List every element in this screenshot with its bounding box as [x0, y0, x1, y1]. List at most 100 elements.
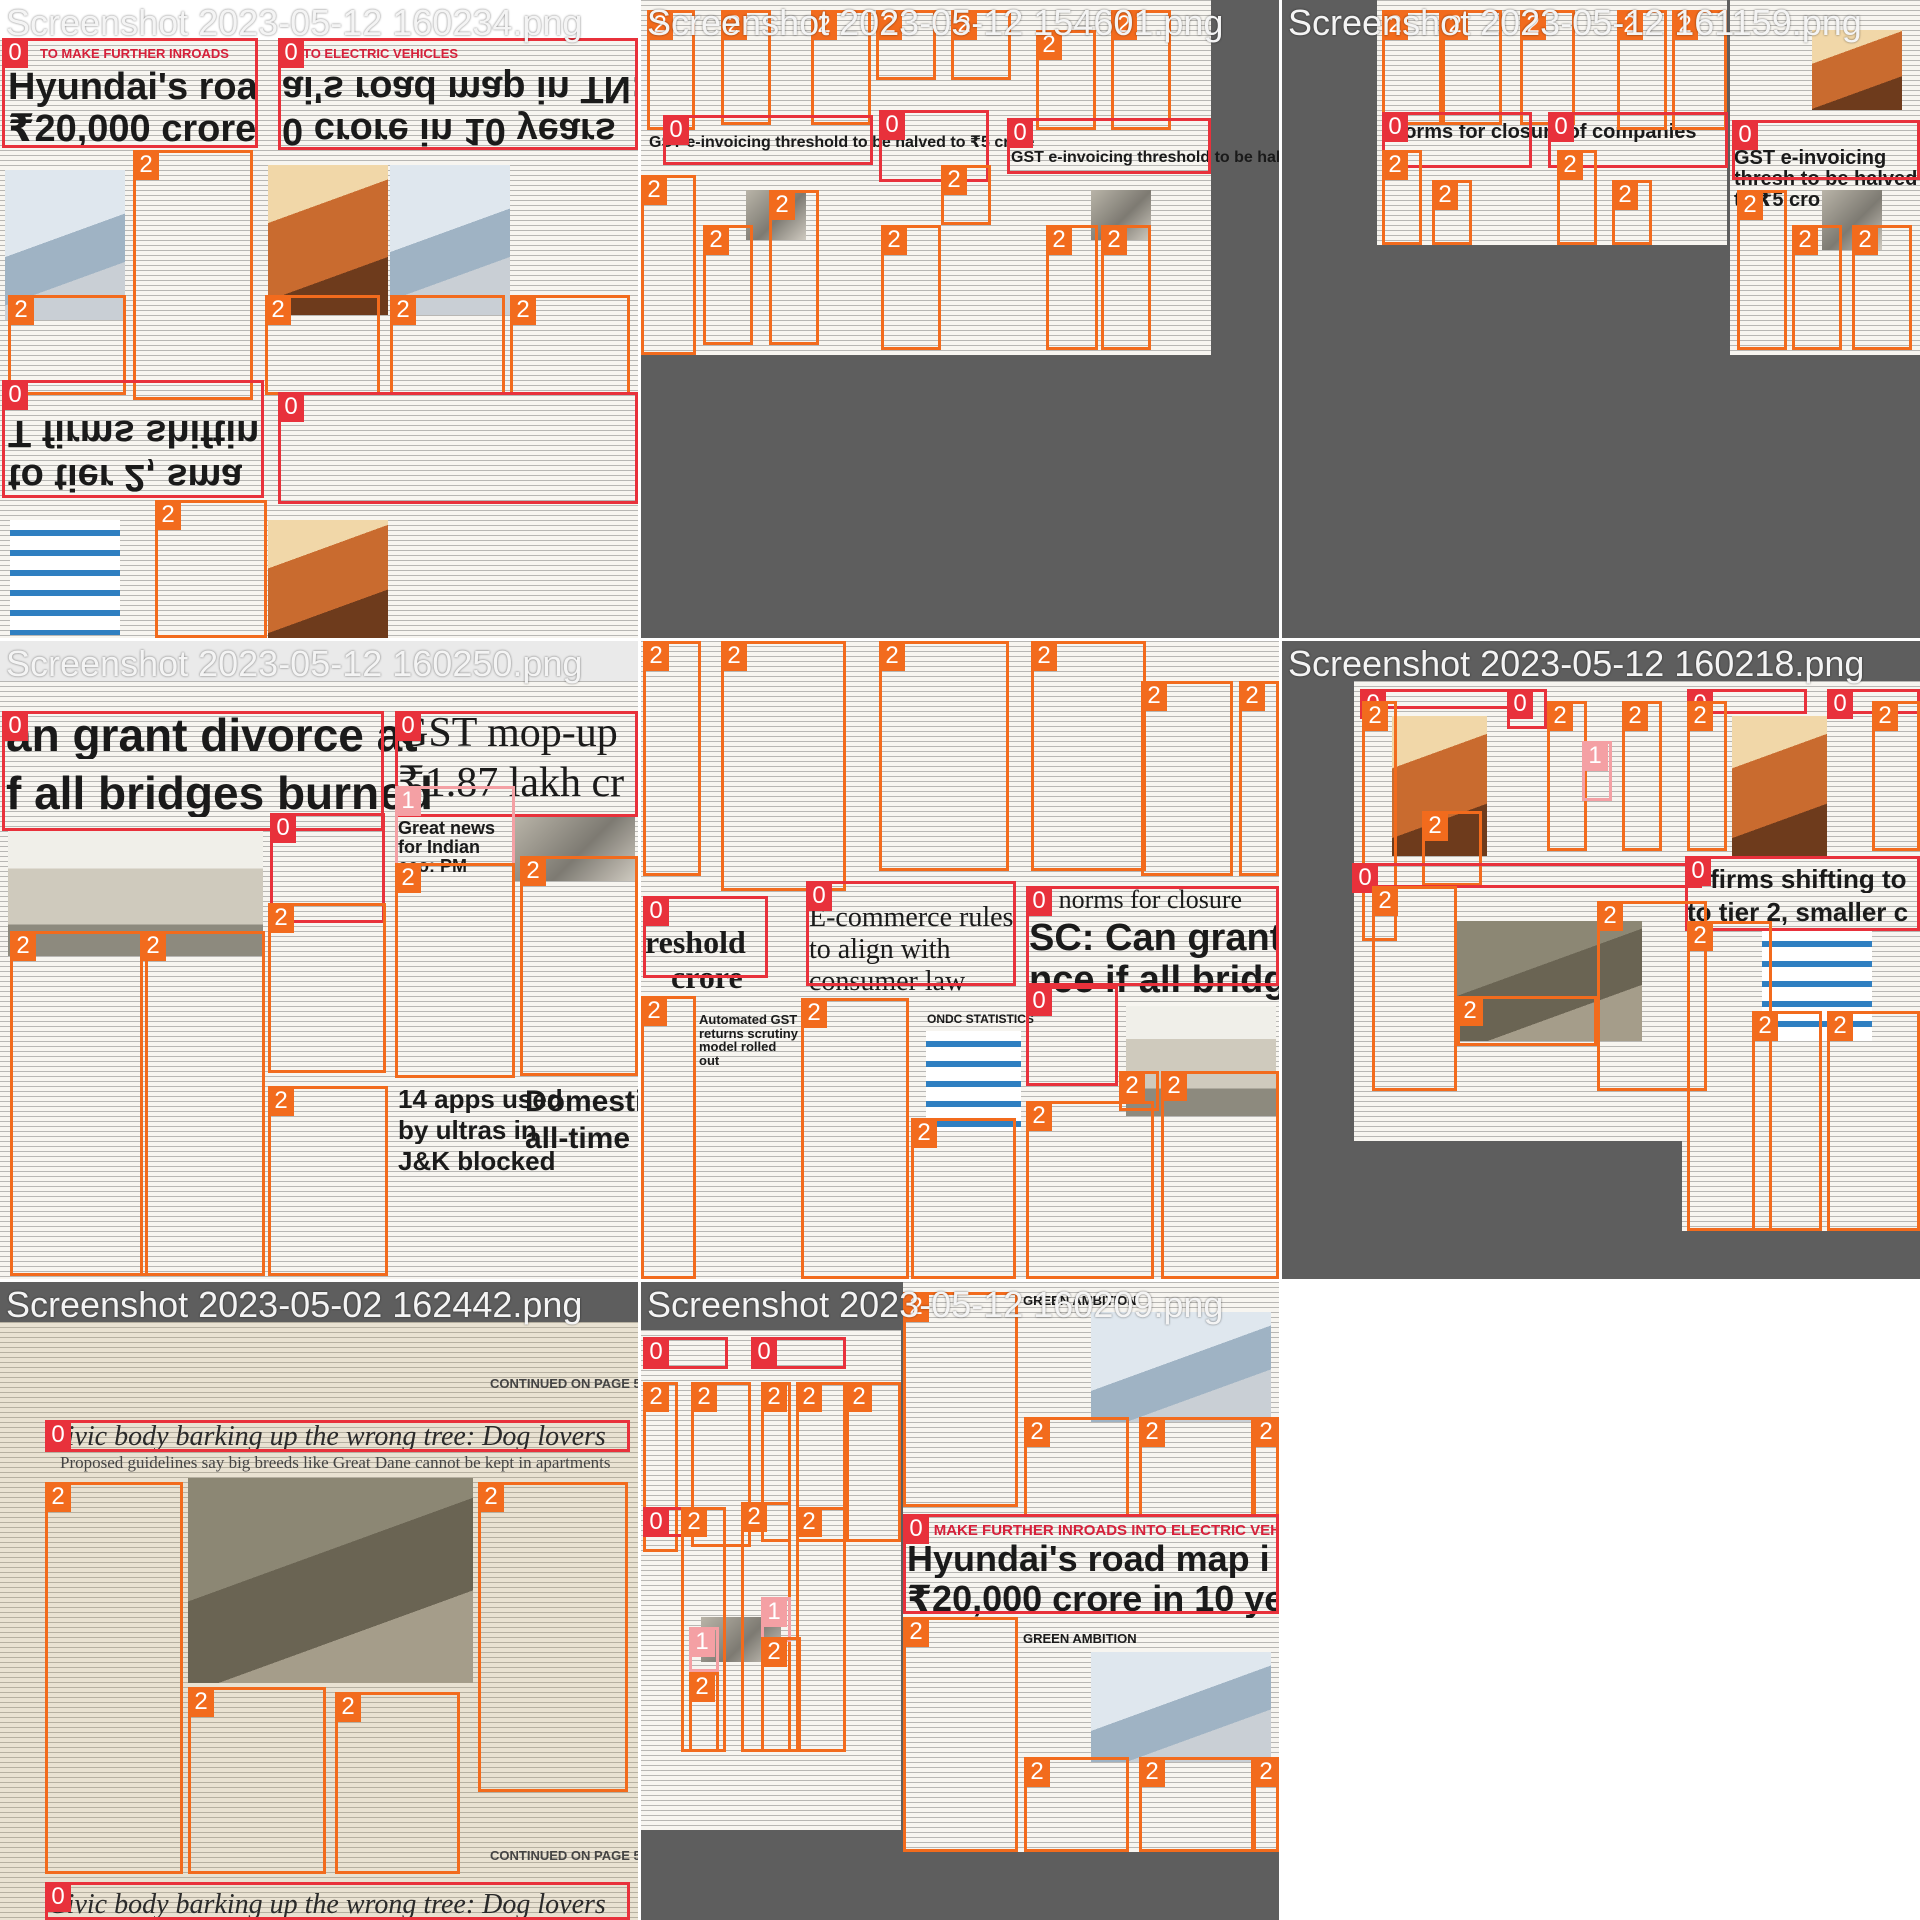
class-label: 0 — [1732, 120, 1758, 150]
class-label: 2 — [8, 295, 34, 325]
class-label: 2 — [133, 150, 159, 180]
text-box: 2 — [1792, 225, 1842, 350]
subheadline: GREEN AMBITION — [1023, 1632, 1137, 1646]
headline: Automated GST returns scrutiny model rol… — [699, 1013, 798, 1068]
class-label: 2 — [761, 1382, 787, 1412]
text-box: 2 — [1432, 180, 1472, 245]
headline-box: 0 — [1026, 886, 1279, 986]
class-label: 2 — [10, 931, 36, 961]
class-label: 2 — [1024, 1757, 1050, 1787]
class-label: 0 — [903, 1514, 929, 1544]
tile-caption: Screenshot 2023-05-12 161159.png — [1288, 2, 1862, 43]
class-label: 2 — [1622, 701, 1648, 731]
class-label: 2 — [1139, 1417, 1165, 1447]
mosaic-tile-4: Screenshot 2023-05-12 160250.png an gran… — [0, 641, 638, 1279]
class-label: 2 — [1139, 1757, 1165, 1787]
text-box: 2 — [510, 295, 630, 395]
text-box: 2 — [1141, 681, 1233, 876]
class-label: 2 — [1101, 225, 1127, 255]
class-label: 2 — [1119, 1071, 1145, 1101]
class-label: 2 — [641, 996, 667, 1026]
class-label: 0 — [2, 380, 28, 410]
text-box: 2 — [1161, 1071, 1279, 1279]
class-label: 2 — [1432, 180, 1458, 210]
text-box: 2 — [1622, 701, 1662, 851]
headline-box: 0 — [1026, 986, 1118, 1086]
text-box: 2 — [1046, 225, 1098, 350]
image-box: 1 — [761, 1597, 791, 1642]
image-box: 1 — [689, 1627, 719, 1672]
text-box: 2 — [903, 1617, 1018, 1852]
class-label: 2 — [1382, 150, 1408, 180]
class-label: 2 — [846, 1382, 872, 1412]
mosaic-tile-8: Screenshot 2023-05-12 160209.png GREEN A… — [641, 1282, 1279, 1920]
text-box: 2 — [335, 1692, 460, 1874]
headline-box: 0 — [45, 1882, 630, 1920]
mosaic-tile-2: Screenshot 2023-05-12 154601.png GST e-i… — [641, 0, 1279, 638]
class-label: 2 — [801, 998, 827, 1028]
class-label: 2 — [1141, 681, 1167, 711]
photo — [1091, 1312, 1271, 1422]
class-label: 2 — [881, 225, 907, 255]
class-label: 2 — [1547, 701, 1573, 731]
class-label: 2 — [268, 1086, 294, 1116]
headline-box: 0 — [643, 896, 768, 978]
text-box: 2 — [1139, 1757, 1254, 1852]
class-label: 0 — [1507, 689, 1533, 719]
class-label: 2 — [641, 175, 667, 205]
class-label: 0 — [1382, 112, 1408, 142]
text-box: 2 — [1752, 1011, 1822, 1231]
text-box: 2 — [796, 1507, 846, 1752]
text-box: 2 — [881, 225, 941, 350]
class-label: 0 — [1007, 118, 1033, 148]
tile-caption: Screenshot 2023-05-02 162442.png — [6, 1284, 583, 1325]
photo — [10, 520, 120, 635]
text-box: 2 — [1687, 701, 1727, 851]
text-box: 2 — [188, 1687, 326, 1874]
class-label: 0 — [1827, 689, 1853, 719]
class-label: 2 — [1737, 190, 1763, 220]
text-box: 2 — [1372, 886, 1457, 1091]
class-label: 2 — [1026, 1101, 1052, 1131]
class-label: 0 — [751, 1337, 777, 1367]
headline-box: 0 — [643, 1337, 728, 1369]
text-box: 2 — [1026, 1101, 1154, 1279]
class-label: 2 — [796, 1382, 822, 1412]
headline: by ultras in — [398, 1117, 537, 1145]
class-label: 2 — [911, 1118, 937, 1148]
class-label: 1 — [395, 786, 421, 816]
text-box: 2 — [641, 175, 696, 355]
class-label: 2 — [941, 165, 967, 195]
text-box: 2 — [721, 641, 846, 891]
text-box: 2 — [641, 996, 696, 1279]
class-label: 2 — [1597, 901, 1623, 931]
headline-box: 0 — [1732, 120, 1920, 180]
class-label: 2 — [1046, 225, 1072, 255]
text-box: 2 — [941, 165, 991, 225]
headline-box: 0 — [45, 1420, 630, 1452]
class-label: 2 — [510, 295, 536, 325]
text-box: 2 — [846, 1382, 901, 1542]
class-label: 2 — [769, 190, 795, 220]
text-box: 2 — [395, 863, 515, 1078]
class-label: 0 — [806, 881, 832, 911]
mosaic-tile-5: reshold crore E-commerce rules to align … — [641, 641, 1279, 1279]
mosaic-tile-3: Screenshot 2023-05-12 161159.png norms f… — [1282, 0, 1920, 638]
headline-box: 0 — [1507, 689, 1547, 729]
class-label: 2 — [155, 500, 181, 530]
text-box: 2 — [265, 295, 380, 395]
text-box: 2 — [1557, 150, 1597, 245]
class-label: 2 — [268, 903, 294, 933]
text-box: 2 — [1612, 180, 1652, 245]
class-label: 2 — [1612, 180, 1638, 210]
class-label: 2 — [796, 1507, 822, 1537]
text-box: 2 — [879, 641, 1009, 871]
text-box: 2 — [911, 1118, 1016, 1279]
class-label: 0 — [1026, 886, 1052, 916]
text-box: 2 — [1139, 1417, 1254, 1517]
class-label: 2 — [395, 863, 421, 893]
headline-box: 0 — [903, 1514, 1279, 1614]
mosaic-tile-7: Screenshot 2023-05-02 162442.png CONTINU… — [0, 1282, 638, 1920]
photo — [268, 165, 388, 315]
class-label: 2 — [1557, 150, 1583, 180]
